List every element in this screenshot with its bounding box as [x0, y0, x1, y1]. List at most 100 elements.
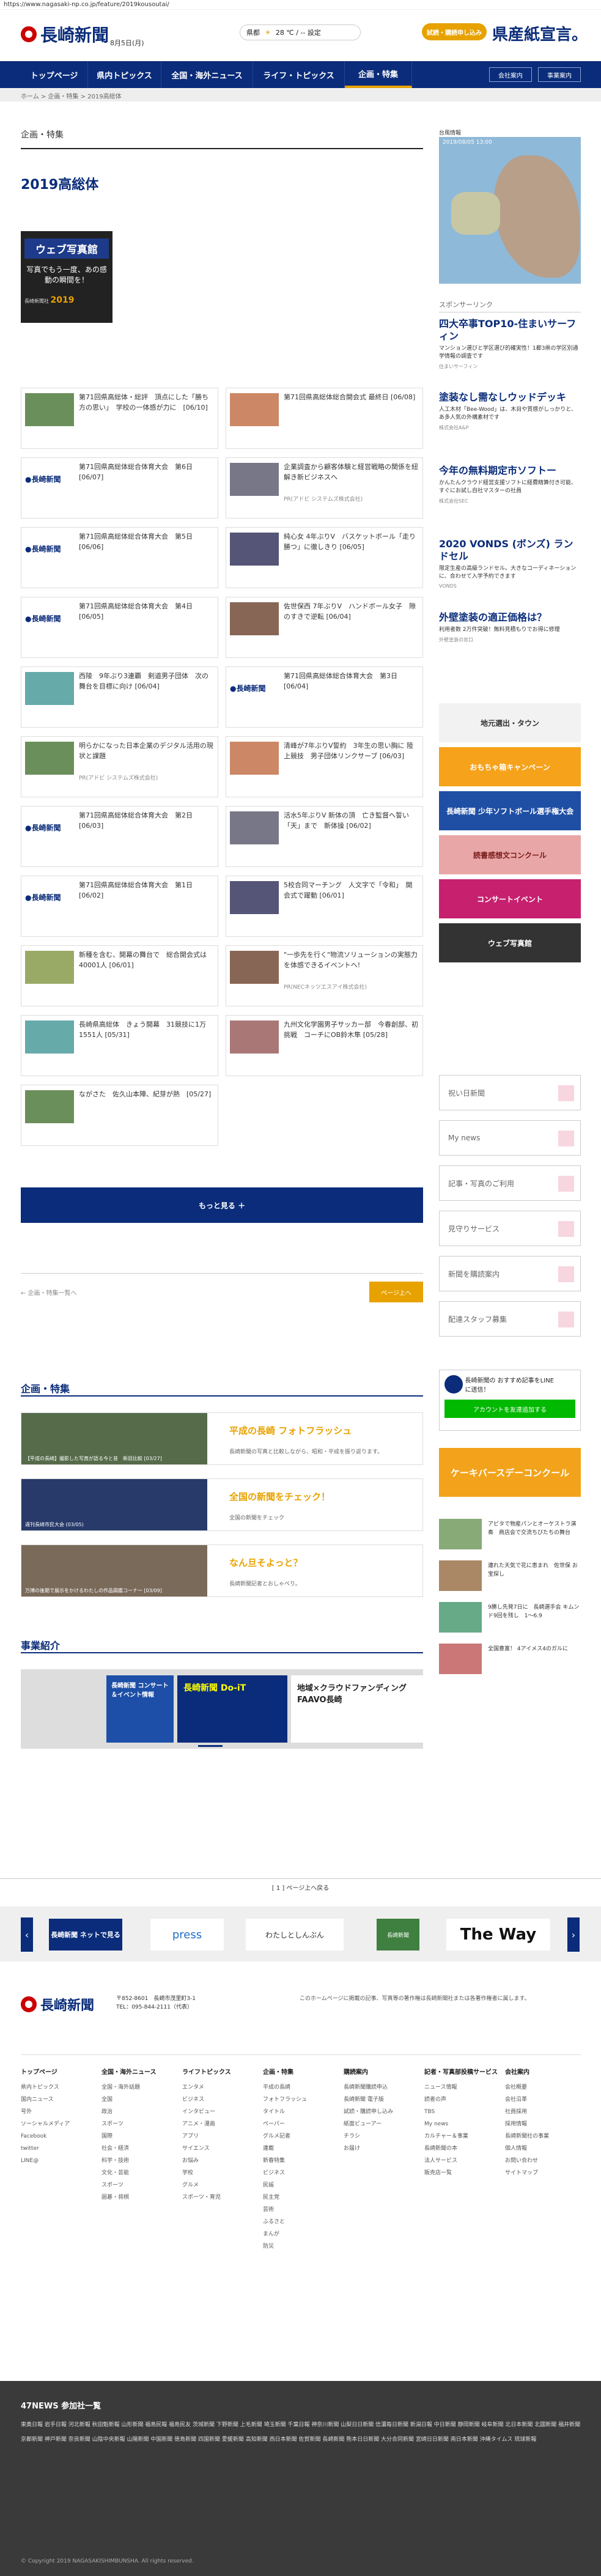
news-title[interactable]: アピタで物産パンとオーケストラ演奏 商店会で交流ちびたちの舞台	[488, 1520, 580, 1537]
article-thumbnail[interactable]	[25, 393, 74, 426]
project-doit[interactable]: 長崎新聞 Do-iT	[177, 1675, 287, 1743]
article-thumbnail[interactable]: ●長崎新聞	[25, 533, 74, 566]
sidebar-promo[interactable]: 読書感想文コンクール	[439, 835, 581, 874]
feature-image[interactable]: 万博の後期で展示をかけるわたしの作品図鑑コーナー [03/09]	[21, 1545, 207, 1596]
article-card[interactable]: ●長崎新聞 第71回県高総体総合体育大会 第5日 [06/06]	[21, 527, 218, 588]
footer-link[interactable]: ペーパー	[263, 2118, 340, 2130]
sidebar-promo[interactable]: おもちゃ箱キャンペーン	[439, 747, 581, 786]
article-thumbnail[interactable]	[230, 393, 279, 426]
footer-link[interactable]: お届け	[344, 2142, 421, 2155]
footer-link[interactable]: 長崎新聞の本	[424, 2142, 501, 2155]
footer-link[interactable]: ふるさと	[263, 2216, 340, 2228]
footer-link[interactable]: スポーツ	[101, 2118, 179, 2130]
sidebar-news-item[interactable]: 9勝し先発7日に 長崎選手会 キムンド9回を残し 1～6.9	[439, 1600, 581, 1635]
sidebar-news-item[interactable]: 全国豊富！ 4アイメス4のガルに	[439, 1641, 581, 1677]
footer-link[interactable]: 社会・経済	[101, 2142, 179, 2155]
sidebar-service-button[interactable]: 祝い日新聞	[439, 1075, 581, 1110]
article-card[interactable]: 九州文化学園男子サッカー部 今春創部、初挑戦 コーチにOB鈴木隼 [05/28]	[226, 1015, 423, 1076]
footer-link[interactable]: 個人情報	[505, 2142, 582, 2155]
article-title[interactable]: 明らかになった日本企業のデジタル活用の現状と課題	[79, 740, 213, 761]
breadcrumb[interactable]: ホーム > 企画・特集 > 2019高総体	[0, 88, 601, 101]
feature-title[interactable]: 平成の長崎 フォトフラッシュ	[229, 1424, 352, 1437]
footer-column-heading[interactable]: 企画・特集	[263, 2067, 340, 2079]
footer-link[interactable]: スポーツ	[101, 2179, 179, 2191]
article-title[interactable]: 第71回県高総体総合体育大会 第5日 [06/06]	[79, 531, 213, 552]
sponsor-link[interactable]: 塗装なし需なしウッドデッキ 人工木材「Bee-Wood」は、木目や質感がしっかりと…	[439, 391, 581, 431]
footer-link[interactable]: 試読・購読申し込み	[344, 2106, 421, 2118]
article-thumbnail[interactable]	[230, 742, 279, 775]
footer-link[interactable]: 法人サービス	[424, 2155, 501, 2167]
article-title[interactable]: 第71回県高総体総合体育大会 第3日 [06/04]	[284, 671, 418, 692]
article-thumbnail[interactable]	[230, 463, 279, 496]
footer-link[interactable]: グルメ記者	[263, 2130, 340, 2142]
partner-theway[interactable]: The Way	[446, 1919, 550, 1950]
news-thumbnail[interactable]	[439, 1602, 482, 1633]
sidebar-service-button[interactable]: 記事・写真のご利用	[439, 1165, 581, 1201]
partner-watashi[interactable]: わたしとしんぶん	[246, 1919, 344, 1950]
footer-link[interactable]: 文化・芸能	[101, 2167, 179, 2179]
article-thumbnail[interactable]: ●長崎新聞	[25, 811, 74, 844]
projects-carousel[interactable]: 長崎新聞 コンサート＆イベント情報 長崎新聞 Do-iT 地域×クラウドファンデ…	[21, 1669, 423, 1749]
sidebar-service-button[interactable]: 新聞を購読案内	[439, 1256, 581, 1291]
footer-link[interactable]: LINE@	[21, 2155, 98, 2167]
article-card[interactable]: ●長崎新聞 第71回県高総体総合体育大会 第4日 [06/05]	[21, 597, 218, 658]
feature-card[interactable]: 週刊長崎市民大会 (03/05) 全国の新聞をチェック！ 全国の新聞をチェック	[21, 1478, 423, 1531]
footer-link[interactable]: ニュース情報	[424, 2081, 501, 2094]
nav-national[interactable]: 全国・海外ニュース	[161, 61, 253, 88]
footer-link[interactable]: 国際	[101, 2130, 179, 2142]
sponsor-headline[interactable]: 外壁塗装の適正価格は？	[439, 611, 581, 624]
article-title[interactable]: 新種を含む、開幕の舞台で 総合開会式は40001人 [06/01]	[79, 950, 213, 970]
article-thumbnail[interactable]	[230, 951, 279, 984]
footer-logo[interactable]: 長崎新聞	[21, 1995, 94, 2014]
footer-link[interactable]: ソーシャルメディア	[21, 2118, 98, 2130]
article-card[interactable]: 佐世保西 7年ぶりV ハンドボール女子 隙のすきで逆転 [06/04]	[226, 597, 423, 658]
sidebar-promo[interactable]: 地元選出・タウン	[439, 703, 581, 742]
footer-column-heading[interactable]: 記者・写真部投稿サービス	[424, 2067, 501, 2079]
article-thumbnail[interactable]	[25, 742, 74, 775]
weather-widget[interactable]: 県都 ☀ 28 ℃ / -- 設定	[240, 24, 361, 40]
article-thumbnail[interactable]	[25, 951, 74, 984]
footer-link[interactable]: アプリ	[182, 2130, 259, 2142]
footer-column-heading[interactable]: 購読案内	[344, 2067, 421, 2079]
more-button[interactable]: もっと見る ＋	[21, 1187, 423, 1223]
sidebar-service-button[interactable]: My news	[439, 1120, 581, 1156]
footer-link[interactable]: チラシ	[344, 2130, 421, 2142]
footer-link[interactable]: 採用情報	[505, 2118, 582, 2130]
promo-birthday[interactable]: ケーキバースデーコンクール	[439, 1448, 581, 1497]
trial-subscribe-button[interactable]: 試読・購読申し込み	[422, 23, 487, 40]
footer-link[interactable]: カルチャー＆事業	[424, 2130, 501, 2142]
sidebar-service-button[interactable]: 配達スタッフ募集	[439, 1301, 581, 1337]
article-thumbnail[interactable]	[25, 672, 74, 705]
footer-link[interactable]: インタビュー	[182, 2106, 259, 2118]
footer-link[interactable]: 読者の声	[424, 2094, 501, 2106]
partner-nagasaki[interactable]: 長崎新聞	[377, 1919, 419, 1950]
footer-link[interactable]: 政治	[101, 2106, 179, 2118]
footer-link[interactable]: エンタメ	[182, 2081, 259, 2094]
article-card[interactable]: ●長崎新聞 第71回県高総体総合体育大会 第2日 [06/03]	[21, 806, 218, 867]
page-top-button[interactable]: ページ上へ	[369, 1282, 423, 1302]
feature-image[interactable]: 週刊長崎市民大会 (03/05)	[21, 1479, 207, 1530]
footer-link[interactable]: 芸術	[263, 2204, 340, 2216]
chevron-right-icon[interactable]: ›	[567, 1917, 580, 1952]
footer-link[interactable]: 囲碁・将棋	[101, 2191, 179, 2204]
footer-link[interactable]: 紙面ビューアー	[344, 2118, 421, 2130]
sidebar-service-button[interactable]: 見守りサービス	[439, 1211, 581, 1246]
article-title[interactable]: 第71回県高総体総合体育大会 第2日 [06/03]	[79, 810, 213, 831]
sponsor-link[interactable]: 外壁塗装の適正価格は？ 利用者数 2万件突破！無料見積もりでお得に修理 外壁塗装の窓…	[439, 611, 581, 643]
site-logo[interactable]: 長崎新聞	[21, 22, 109, 46]
article-title[interactable]: ながさた 佐久山本陣、紀芽が熱 [05/27]	[79, 1089, 213, 1099]
article-title[interactable]: 清峰が7年ぶりV誓約 3年生の思い胸に 陸上競技 男子団体リンクサーブ [06/…	[284, 740, 418, 761]
sponsor-link[interactable]: 四大卒事TOP10-住まいサーフィン マンション選びと学区選び的確実性！1都3県の…	[439, 318, 581, 370]
footer-link[interactable]: ビジネス	[263, 2167, 340, 2179]
article-card[interactable]: ながさた 佐久山本陣、紀芽が熱 [05/27]	[21, 1085, 218, 1146]
article-title[interactable]: 企業調査から顧客体験と経営戦略の関係を紐解き新ビジネスへ	[284, 462, 418, 482]
network-list[interactable]: 東奥日報 岩手日報 河北新報 秋田魁新報 山形新聞 福島民報 福島民友 茨城新聞…	[21, 2418, 581, 2522]
article-card[interactable]: ●長崎新聞 第71回県高総体総合体育大会 第6日 [06/07]	[21, 457, 218, 519]
feature-card[interactable]: 【平成の長崎】撮影した写真が語る今と昔 新旧比較 [03/27] 平成の長崎 フォ…	[21, 1412, 423, 1465]
footer-link[interactable]: サイトマップ	[505, 2167, 582, 2179]
footer-column-heading[interactable]: 全国・海外ニュース	[101, 2067, 179, 2079]
nav-features[interactable]: 企画・特集	[345, 61, 412, 88]
article-card[interactable]: 清峰が7年ぶりV誓約 3年生の思い胸に 陸上競技 男子団体リンクサーブ [06/…	[226, 736, 423, 797]
sponsor-headline[interactable]: 塗装なし需なしウッドデッキ	[439, 391, 581, 404]
back-link[interactable]: ← 企画・特集一覧へ	[21, 1288, 77, 1297]
